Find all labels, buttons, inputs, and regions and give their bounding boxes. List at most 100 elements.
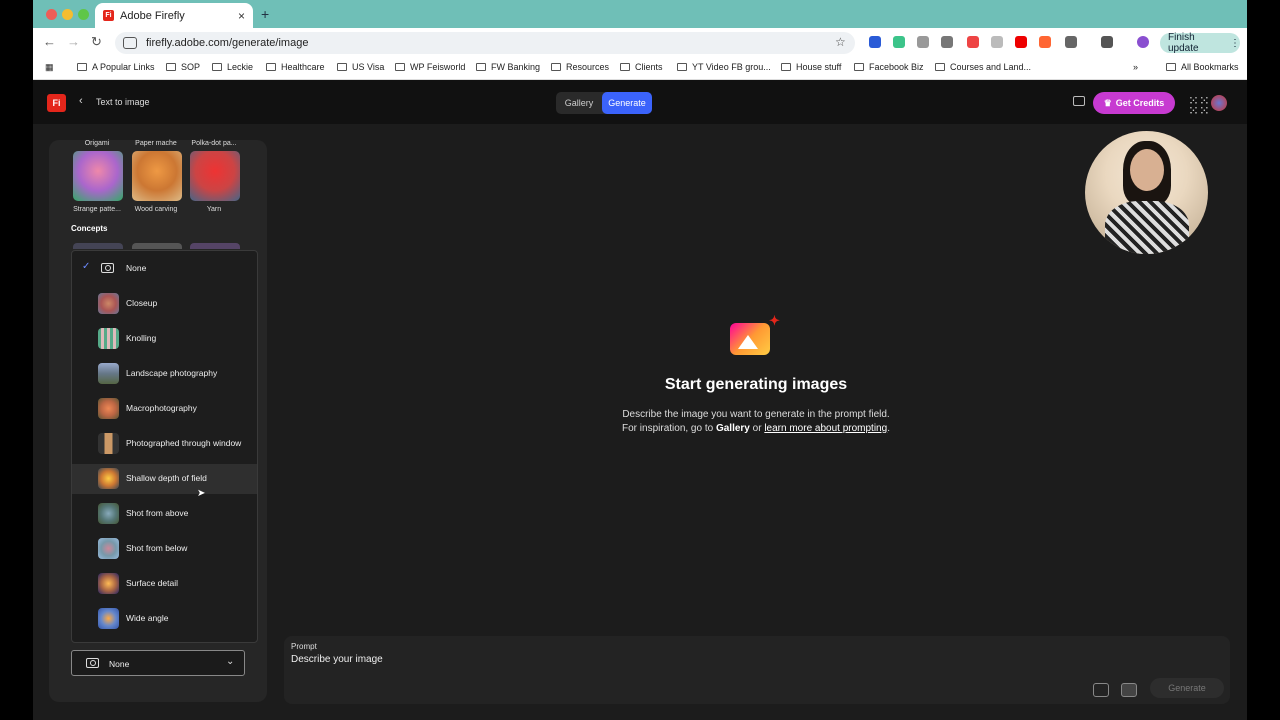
menu-item-photographed-through-window[interactable]: Photographed through window [72,429,257,459]
tab-title: Adobe Firefly [120,9,185,22]
url-field[interactable]: firefly.adobe.com/generate/image [115,32,855,54]
bookmark-item[interactable]: A Popular Links [77,62,155,72]
apps-grid-icon[interactable]: ▦ [45,62,54,73]
generate-button[interactable]: Generate [1150,678,1224,698]
concept-thumbnail[interactable] [132,243,182,249]
bookmark-item[interactable]: Leckie [212,62,253,72]
extension-icon[interactable] [1039,36,1051,48]
get-credits-button[interactable]: ♛ Get Credits [1093,92,1175,114]
extension-icon[interactable] [893,36,905,48]
menu-item-macrophotography[interactable]: Macrophotography [72,394,257,424]
content-credentials-icon[interactable] [1121,683,1137,697]
concept-thumbnail[interactable] [73,243,123,249]
url-text: firefly.adobe.com/generate/image [146,37,309,49]
menu-item-label: Knolling [126,333,157,343]
style-thumbnail[interactable] [190,151,240,201]
extensions-puzzle-icon[interactable] [1065,36,1077,48]
bookmark-item[interactable]: Clients [620,62,663,72]
menu-item-none[interactable]: ✓ None [72,254,257,284]
folder-icon [77,63,87,71]
bookmark-item[interactable]: US Visa [337,62,384,72]
bookmark-label: Facebook Biz [869,62,924,72]
bookmark-item[interactable]: FW Banking [476,62,540,72]
extension-icon[interactable] [917,36,929,48]
apps-grid-icon[interactable]: ⁙⁙ ⁙⁙ [1188,94,1210,117]
bookmark-label: A Popular Links [92,62,155,72]
menu-item-wide-angle[interactable]: Wide angle [72,604,257,634]
folder-icon [337,63,347,71]
hint-text: or [749,423,765,434]
composition-dropdown[interactable]: None ⌄ [71,650,245,676]
menu-item-label: Surface detail [126,578,178,588]
style-label: Wood carving [134,206,178,213]
avatar[interactable] [1211,95,1227,111]
bookmark-item[interactable]: Healthcare [266,62,325,72]
extension-icon[interactable] [941,36,953,48]
below-thumbnail-icon [98,538,119,559]
youtube-extension-icon[interactable] [1015,36,1027,48]
tab-gallery[interactable]: Gallery [556,92,602,114]
back-link[interactable]: Text to image [96,97,150,107]
chevron-down-icon: ⌄ [226,656,235,667]
menu-item-shallow-depth-of-field[interactable]: Shallow depth of field [72,464,257,494]
prompt-box[interactable]: Prompt Describe your image Generate [284,636,1230,704]
new-tab-button[interactable]: + [261,6,269,22]
bookmark-item[interactable]: YT Video FB grou... [677,62,771,72]
tab-search-icon[interactable] [1101,36,1113,48]
bookmark-label: House stuff [796,62,842,72]
reload-icon[interactable]: ↻ [91,34,102,50]
shallow-dof-thumbnail-icon [98,468,119,489]
forward-arrow-icon[interactable]: → [67,34,80,49]
surface-thumbnail-icon [98,573,119,594]
folder-icon [781,63,791,71]
browser-tab[interactable]: Fi Adobe Firefly × [95,3,253,28]
menu-item-surface-detail[interactable]: Surface detail [72,569,257,599]
get-credits-label: Get Credits [1115,98,1165,108]
firefly-logo[interactable]: Fi [47,94,66,112]
style-thumbnail[interactable] [73,151,123,201]
extension-icon[interactable] [967,36,979,48]
image-generate-icon [730,323,770,355]
menu-item-shot-from-above[interactable]: Shot from above [72,499,257,529]
bookmark-item[interactable]: WP Feisworld [395,62,465,72]
more-bookmarks-button[interactable]: » [1133,62,1138,72]
minimize-window-button[interactable] [62,9,73,20]
bookmark-star-icon[interactable]: ☆ [835,35,846,49]
menu-item-label: Macrophotography [126,403,197,413]
dropdown-value: None [109,659,130,669]
menu-item-landscape-photography[interactable]: Landscape photography [72,359,257,389]
site-info-icon[interactable] [123,37,137,49]
bookmark-item[interactable]: SOP [166,62,200,72]
learn-prompting-link[interactable]: learn more about prompting [764,423,887,434]
composition-menu: ✓ None Closeup Knolling Landscape photogr… [71,250,258,643]
menu-item-closeup[interactable]: Closeup [72,289,257,319]
tab-close-icon[interactable]: × [238,9,245,23]
prompt-label: Prompt [291,642,317,651]
bookmark-item[interactable]: Courses and Land... [935,62,1031,72]
all-bookmarks-label: All Bookmarks [1181,62,1239,72]
gallery-inline-label: Gallery [715,423,750,434]
bookmark-item[interactable]: Resources [551,62,609,72]
extension-icon[interactable] [869,36,881,48]
prompt-input[interactable]: Describe your image [291,654,383,665]
back-chevron-icon[interactable]: ‹ [79,95,83,107]
folder-icon [620,63,630,71]
finish-update-button[interactable]: Finish update ⋮ [1160,32,1240,54]
maximize-window-button[interactable] [78,9,89,20]
bookmark-item[interactable]: Facebook Biz [854,62,924,72]
bookmark-item[interactable]: House stuff [781,62,841,72]
extension-icon[interactable] [991,36,1003,48]
menu-item-knolling[interactable]: Knolling [72,324,257,354]
camera-icon [101,263,114,273]
style-thumbnail[interactable] [132,151,182,201]
feedback-icon[interactable] [1073,96,1085,106]
profile-icon[interactable] [1137,36,1149,48]
all-bookmarks-item[interactable]: All Bookmarks [1166,62,1239,72]
back-arrow-icon[interactable]: ← [43,34,56,49]
concept-thumbnail[interactable] [190,243,240,249]
reference-image-icon[interactable] [1093,683,1109,697]
bookmark-label: Courses and Land... [950,62,1032,72]
tab-generate[interactable]: Generate [602,92,652,114]
close-window-button[interactable] [46,9,57,20]
menu-item-shot-from-below[interactable]: Shot from below [72,534,257,564]
